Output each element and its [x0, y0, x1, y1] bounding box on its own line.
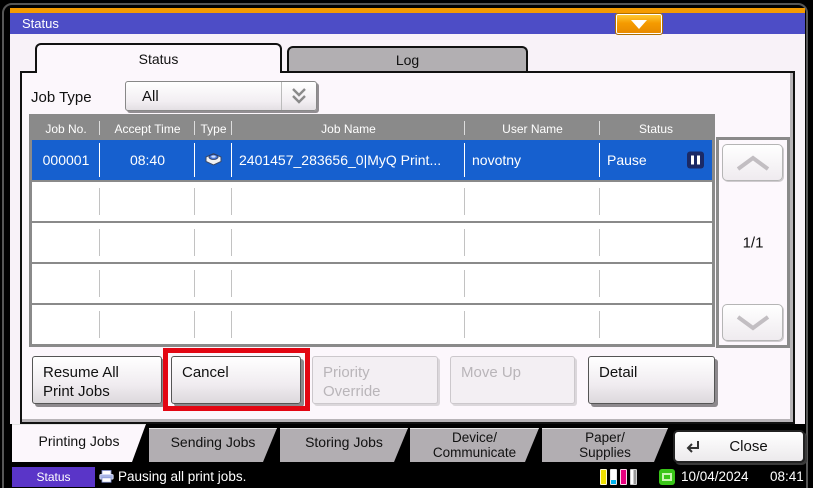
tab-log-label: Log — [396, 52, 419, 68]
table-row-empty — [32, 262, 712, 303]
close-label: Close — [702, 438, 803, 455]
header-user-name: User Name — [465, 117, 600, 140]
bottom-tab-sending-jobs[interactable]: Sending Jobs — [149, 428, 277, 462]
device-screen: Status Status Log Job Type All Job No. A… — [0, 0, 813, 488]
printing-jobs-label: Printing Jobs — [39, 433, 120, 449]
page-title: Status — [22, 16, 59, 31]
table-row-empty — [32, 221, 712, 262]
bottom-tab-printing-jobs[interactable]: Printing Jobs — [12, 424, 146, 462]
tab-log[interactable]: Log — [287, 46, 528, 73]
memory-status-icon — [659, 469, 675, 485]
statusbar-time: 08:41 — [770, 469, 804, 484]
toner-yellow-indicator — [600, 469, 607, 485]
statusbar-printer-icon — [99, 470, 114, 483]
toner-black-indicator — [630, 469, 637, 485]
triangle-down-icon — [631, 20, 647, 29]
job-type-value: All — [126, 88, 281, 105]
cancel-button[interactable]: Cancel — [171, 356, 301, 404]
header-type: Type — [195, 117, 232, 140]
priority-override-button[interactable]: Priority Override — [312, 356, 438, 404]
page-indicator: 1/1 — [719, 234, 787, 251]
toner-level-indicators — [600, 469, 637, 485]
scroll-panel: 1/1 — [716, 137, 790, 348]
storing-jobs-label: Storing Jobs — [305, 434, 383, 450]
resume-label-line1: Resume All — [43, 363, 161, 382]
table-row-selected[interactable]: 000001 08:40 2401457_283656_0|MyQ Print.… — [32, 140, 712, 180]
cancel-label: Cancel — [182, 363, 300, 382]
header-status: Status — [600, 117, 712, 140]
device-label-line2: Communicate — [410, 445, 539, 460]
tab-status[interactable]: Status — [35, 43, 282, 73]
statusbar-label: Status — [12, 467, 95, 487]
header-job-no: Job No. — [32, 117, 100, 140]
cell-user-name: novotny — [465, 140, 600, 180]
cell-accept-time: 08:40 — [100, 140, 195, 180]
scroll-down-button[interactable] — [722, 304, 783, 341]
header-accept-time: Accept Time — [100, 117, 195, 140]
bottom-tab-storing-jobs[interactable]: Storing Jobs — [280, 428, 408, 462]
header-job-name: Job Name — [232, 117, 465, 140]
statusbar-date: 10/04/2024 — [681, 469, 749, 484]
job-table: Job No. Accept Time Type Job Name User N… — [29, 114, 715, 347]
status-text: Pause — [607, 152, 647, 168]
cell-job-name: 2401457_283656_0|MyQ Print... — [232, 140, 465, 180]
chevron-up-icon — [733, 154, 773, 172]
detail-button[interactable]: Detail — [588, 356, 715, 404]
table-header: Job No. Accept Time Type Job Name User N… — [32, 117, 712, 140]
detail-label: Detail — [599, 363, 714, 382]
paper-label-line1: Paper/ — [542, 430, 668, 445]
device-label-line1: Device/ — [410, 430, 539, 445]
return-icon — [684, 438, 702, 455]
paper-label-line2: Supplies — [542, 445, 668, 460]
cell-status: Pause — [600, 140, 712, 180]
table-row-empty — [32, 303, 712, 344]
double-chevron-down-icon — [281, 82, 316, 110]
move-up-button[interactable]: Move Up — [450, 356, 575, 404]
sending-jobs-label: Sending Jobs — [171, 434, 256, 450]
tab-status-label: Status — [139, 51, 179, 67]
title-bar: Status — [10, 13, 805, 34]
table-row-empty — [32, 180, 712, 221]
bottom-tab-paper-supplies[interactable]: Paper/ Supplies — [542, 428, 668, 462]
scroll-up-button[interactable] — [722, 144, 783, 181]
resume-all-print-jobs-button[interactable]: Resume All Print Jobs — [32, 356, 162, 404]
chevron-down-icon — [733, 314, 773, 332]
printer-icon — [204, 151, 223, 170]
cell-job-no: 000001 — [32, 140, 100, 180]
toner-cyan-indicator — [610, 469, 617, 485]
job-type-dropdown[interactable]: All — [125, 81, 317, 111]
toner-magenta-indicator — [620, 469, 627, 485]
resume-label-line2: Print Jobs — [43, 382, 161, 401]
bottom-tab-device-communicate[interactable]: Device/ Communicate — [410, 428, 539, 462]
pause-icon — [687, 152, 704, 169]
cell-type — [195, 140, 232, 180]
priority-label-line2: Override — [323, 382, 437, 401]
close-button[interactable]: Close — [673, 430, 805, 463]
move-up-label: Move Up — [461, 363, 574, 382]
job-type-label: Job Type — [31, 89, 92, 106]
priority-label-line1: Priority — [323, 363, 437, 382]
statusbar-message: Pausing all print jobs. — [118, 469, 246, 484]
pulldown-button[interactable] — [616, 14, 662, 34]
